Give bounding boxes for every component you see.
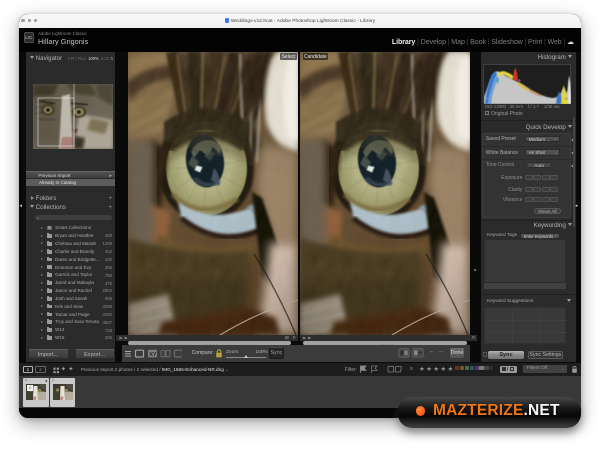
svg-text:XY: XY xyxy=(149,352,157,358)
